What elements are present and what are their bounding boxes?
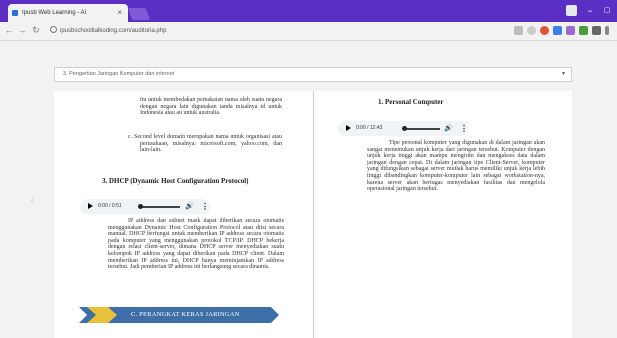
paragraph-domain: itu untuk membedakan pemakaian nama oleh… xyxy=(140,97,282,117)
browser-titlebar: Ipusb Web Learning - Al × − ▢ xyxy=(0,0,617,22)
audio-time: 0:00 / 0:51 xyxy=(98,203,122,209)
extension-blue-icon[interactable] xyxy=(553,26,562,35)
browser-tab[interactable]: Ipusb Web Learning - Al × xyxy=(8,4,128,22)
new-tab-button[interactable] xyxy=(127,8,151,20)
extension-purple-icon[interactable] xyxy=(566,26,575,35)
paragraph-dhcp: IP address dan subnet mask dapat diberik… xyxy=(108,218,284,271)
more-options-icon[interactable]: ⋮ xyxy=(460,121,468,136)
paragraph-personal-computer: Tipe personal komputer yang digunakan di… xyxy=(367,140,545,193)
tab-title: Ipusb Web Learning - Al xyxy=(22,10,86,16)
menu-kebab-icon[interactable] xyxy=(605,26,609,35)
chapter-select-value: 3. Pengertian Jaringan Komputer dan inte… xyxy=(63,71,175,77)
url-text: ipusbschoolitalkoding.com/auditoria.php xyxy=(60,28,167,34)
chevron-down-icon: ▼ xyxy=(561,71,566,77)
more-options-icon[interactable]: ⋮ xyxy=(201,199,209,214)
audio-seek-bar[interactable] xyxy=(404,128,440,130)
reload-icon[interactable]: ↻ xyxy=(30,25,42,36)
tab-close-icon[interactable]: × xyxy=(117,4,122,22)
section-banner: C. PERANGKAT KERAS JARINGAN xyxy=(79,307,289,323)
extension-green-icon[interactable] xyxy=(579,26,588,35)
extension-opera-icon[interactable] xyxy=(540,26,549,35)
list-item-c: c. Second level domain merupakan nama un… xyxy=(128,134,282,154)
audio-player-pc[interactable]: 0:00 / 12:43 🔊 ⋮ xyxy=(338,121,468,136)
prev-page-arrow-icon[interactable]: ‹ xyxy=(30,191,35,207)
back-arrow-icon[interactable]: ← xyxy=(3,25,15,35)
audio-seek-knob[interactable] xyxy=(402,126,407,131)
maximize-button[interactable]: ▢ xyxy=(597,4,617,18)
chapter-select[interactable]: 3. Pengertian Jaringan Komputer dan inte… xyxy=(54,67,572,82)
forward-arrow-icon[interactable]: → xyxy=(16,25,28,35)
browser-toolbar: ← → ↻ ipusbschoolitalkoding.com/auditori… xyxy=(0,22,617,41)
ebook-spread: itu untuk membedakan pemakaian nama oleh… xyxy=(54,91,572,338)
volume-icon[interactable]: 🔊 xyxy=(444,121,453,136)
play-icon[interactable] xyxy=(88,203,93,209)
bookmark-star-icon[interactable] xyxy=(527,26,536,35)
site-info-icon[interactable] xyxy=(50,26,57,33)
audio-seek-knob[interactable] xyxy=(138,204,143,209)
profile-icon[interactable] xyxy=(566,5,577,16)
site-favicon-icon xyxy=(12,10,18,16)
banner-label: C. PERANGKAT KERAS JARINGAN xyxy=(131,311,240,318)
page-divider xyxy=(313,91,314,338)
heading-personal-computer: 1. Personal Computer xyxy=(378,98,444,106)
page-content: ‹ 3. Pengertian Jaringan Komputer dan in… xyxy=(0,41,617,338)
key-icon[interactable] xyxy=(514,26,523,35)
heading-dhcp: 3. DHCP (Dynamic Host Configuration Prot… xyxy=(102,177,249,185)
extension-dark-icon[interactable] xyxy=(592,26,601,35)
address-bar[interactable]: ipusbschoolitalkoding.com/auditoria.php xyxy=(50,24,520,38)
audio-player-dhcp[interactable]: 0:00 / 0:51 🔊 ⋮ xyxy=(80,199,210,214)
volume-icon[interactable]: 🔊 xyxy=(185,199,194,214)
audio-time: 0:00 / 12:43 xyxy=(356,125,383,131)
audio-seek-bar[interactable] xyxy=(140,206,180,208)
play-icon[interactable] xyxy=(346,125,351,131)
